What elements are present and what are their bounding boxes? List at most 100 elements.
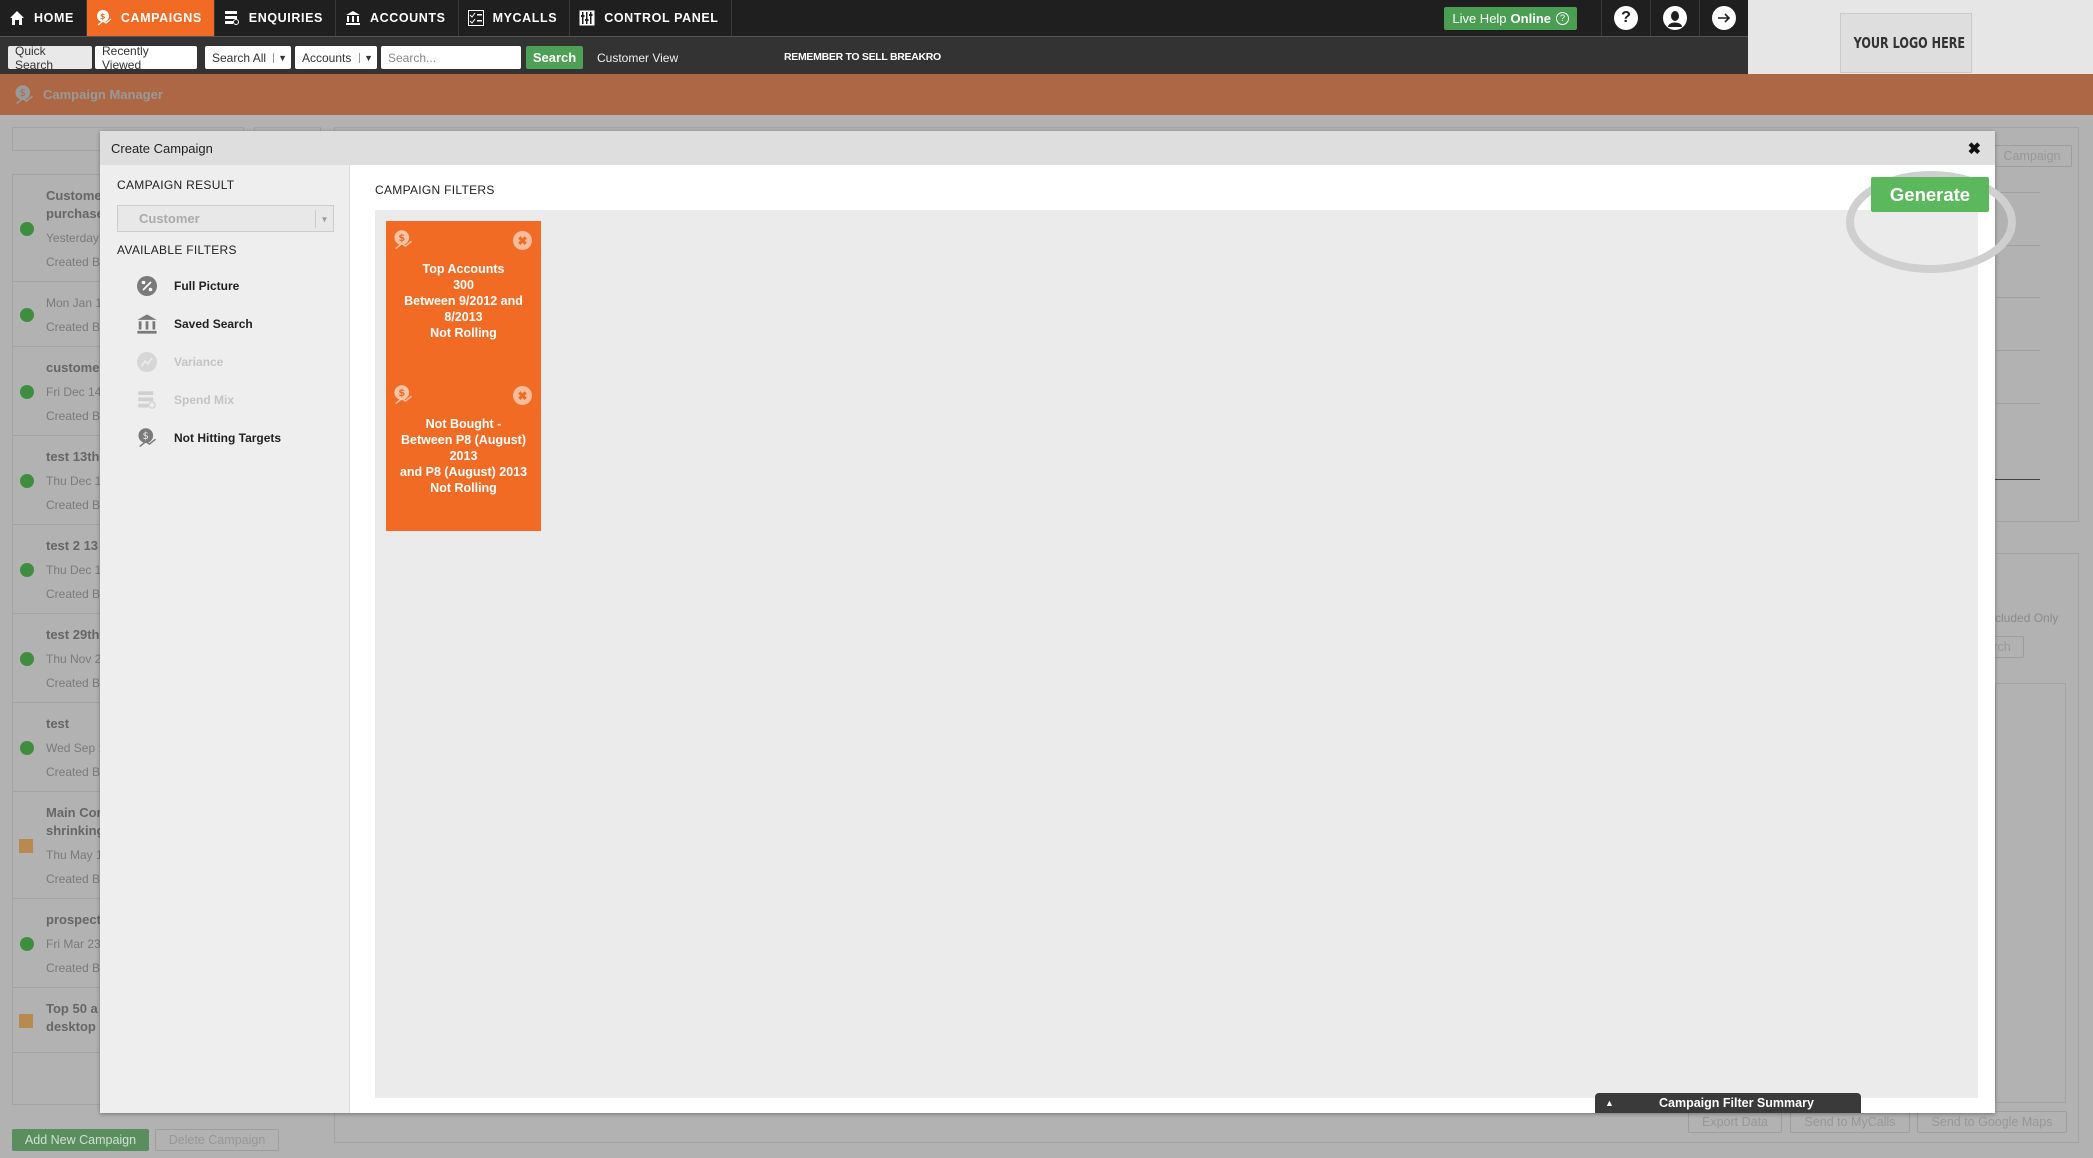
campaign-list-item: prospect Fri Mar 23 Created B <box>13 899 111 988</box>
nav-enquiries[interactable]: ENQUIRIES <box>215 0 336 36</box>
filter-card[interactable]: $ ✖ Not Bought - Between P8 (August) 201… <box>386 376 541 531</box>
status-active-icon <box>20 384 34 399</box>
status-pending-icon <box>19 838 33 853</box>
modal-title: Create Campaign <box>111 140 213 156</box>
nav-campaigns[interactable]: $ CAMPAIGNS <box>86 0 215 36</box>
logo-text: YOUR LOGO HERE <box>1853 34 1965 52</box>
filter-full-picture[interactable]: Full Picture <box>135 273 239 299</box>
search-scope-select[interactable]: Search All ▼ <box>205 46 291 69</box>
filter-card[interactable]: $ ✖ Top Accounts 300 Between 9/2012 and … <box>386 221 541 376</box>
campaign-icon: $ <box>95 9 113 27</box>
campaign-icon: $ <box>15 84 34 104</box>
filter-label: Full Picture <box>174 279 240 293</box>
bank-icon <box>135 312 159 336</box>
campaign-list-item: Top 50 a desktop <box>13 988 111 1053</box>
sliders-icon <box>578 9 596 27</box>
nav-right: Live Help Online ? ? <box>1444 0 1748 36</box>
user-icon <box>1663 6 1687 30</box>
question-circle-icon: ? <box>1556 11 1569 25</box>
search-type-select[interactable]: Accounts ▼ <box>295 46 377 69</box>
nav-control-panel-label: CONTROL PANEL <box>604 11 719 25</box>
svg-text:$: $ <box>143 431 149 442</box>
chevron-down-icon: ▼ <box>359 52 373 63</box>
campaign-filters-dropzone[interactable]: $ ✖ Top Accounts 300 Between 9/2012 and … <box>375 210 1978 1098</box>
search-button[interactable]: Search <box>526 46 583 69</box>
filter-card-text: Not Bought - Between P8 (August) 2013 an… <box>399 417 528 495</box>
svg-text:$: $ <box>398 388 405 399</box>
help-button[interactable]: ? <box>1601 0 1650 36</box>
enquiries-icon <box>223 9 241 27</box>
home-icon <box>8 9 26 27</box>
bank-icon <box>344 9 362 27</box>
list-search-icon <box>135 388 159 412</box>
svg-text:$: $ <box>100 12 106 21</box>
filter-label: Saved Search <box>174 317 253 331</box>
nav-mycalls[interactable]: MYCALLS <box>459 0 571 36</box>
company-logo: YOUR LOGO HERE <box>1840 13 1972 73</box>
logo-area: YOUR LOGO HERE <box>1748 0 2093 74</box>
chevron-down-icon: ▼ <box>273 52 287 63</box>
top-nav: HOME $ CAMPAIGNS ENQUIRIES ACCOUNTS MYCA… <box>0 0 1748 36</box>
campaign-list-item: test 29th Thu Nov 2 Created B <box>13 614 111 703</box>
status-active-icon <box>20 936 34 951</box>
arrow-right-icon <box>1712 6 1736 30</box>
bg-export-button: Export Data <box>1688 1111 1782 1133</box>
remove-filter-icon[interactable]: ✖ <box>513 231 532 250</box>
available-filters-label: AVAILABLE FILTERS <box>117 243 237 257</box>
filters-sidebar: CAMPAIGN RESULT Customer ▼ AVAILABLE FIL… <box>100 165 350 1113</box>
status-active-icon <box>20 307 34 322</box>
bg-campaign-button: Campaign <box>1992 145 2072 167</box>
campaign-list-item: test Wed Sep 1 Created B <box>13 703 111 792</box>
recently-viewed-tab[interactable]: Recently Viewed <box>95 44 197 72</box>
logout-button[interactable] <box>1699 0 1748 36</box>
bg-send-mycalls-button: Send to MyCalls <box>1790 1111 1910 1133</box>
filter-spend-mix[interactable]: Spend Mix <box>135 387 234 413</box>
filter-label: Not Hitting Targets <box>174 431 282 445</box>
page-title-bar: $ Campaign Manager <box>0 74 2093 115</box>
campaign-filters-label: CAMPAIGN FILTERS <box>375 183 495 197</box>
chart-icon <box>135 350 159 374</box>
live-help-button[interactable]: Live Help Online ? <box>1444 6 1577 30</box>
quick-search-tab[interactable]: Quick Search <box>8 44 92 72</box>
nav-mycalls-label: MYCALLS <box>492 11 558 25</box>
filter-label: Spend Mix <box>174 393 235 407</box>
campaign-icon: $ <box>392 384 414 410</box>
filter-not-hitting-targets[interactable]: $ Not Hitting Targets <box>135 425 281 451</box>
delete-campaign-button: Delete Campaign <box>155 1129 279 1151</box>
filter-label: Variance <box>174 355 224 369</box>
nav-accounts[interactable]: ACCOUNTS <box>336 0 459 36</box>
create-campaign-modal: Create Campaign ✖ CAMPAIGN RESULT Custom… <box>100 131 2016 1113</box>
status-pending-icon <box>19 1013 33 1028</box>
bg-send-maps-button: Send to Google Maps <box>1917 1111 2067 1133</box>
chevron-down-icon: ▼ <box>315 210 333 228</box>
nav-accounts-label: ACCOUNTS <box>369 11 446 25</box>
search-input[interactable]: Search... <box>381 46 521 69</box>
campaign-result-select[interactable]: Customer ▼ <box>117 205 334 232</box>
filter-saved-search[interactable]: Saved Search <box>135 311 253 337</box>
customer-view-link[interactable]: Customer View <box>590 46 685 69</box>
chevron-up-icon: ▲ <box>1605 1098 1614 1108</box>
percent-icon <box>135 274 159 298</box>
campaign-list-item: test 2 13 Thu Dec 1 Created B <box>13 525 111 614</box>
bg-results-table <box>1995 683 2066 1103</box>
nav-home[interactable]: HOME <box>0 0 87 36</box>
campaign-list: Custome purchase Yesterday Created B Mon Jan… <box>12 174 112 1105</box>
search-type-value: Accounts <box>302 50 352 65</box>
status-active-icon <box>20 651 34 666</box>
status-active-icon <box>20 562 34 577</box>
remove-filter-icon[interactable]: ✖ <box>513 386 532 405</box>
live-help-label: Live Help <box>1452 10 1507 26</box>
generate-button[interactable]: Generate <box>1871 177 1989 212</box>
nav-control-panel[interactable]: CONTROL PANEL <box>570 0 732 36</box>
campaign-icon: $ <box>135 426 159 450</box>
nav-campaigns-label: CAMPAIGNS <box>120 11 202 25</box>
campaign-icon: $ <box>392 229 414 255</box>
profile-button[interactable] <box>1650 0 1699 36</box>
campaign-result-label: CAMPAIGN RESULT <box>117 178 235 192</box>
close-icon[interactable]: ✖ <box>1968 139 1981 159</box>
campaign-list-item: custome Fri Dec 14 Created B <box>13 347 111 436</box>
campaign-filter-summary-tab[interactable]: ▲ Campaign Filter Summary <box>1595 1093 1861 1113</box>
nav-enquiries-label: ENQUIRIES <box>248 11 323 25</box>
filter-variance[interactable]: Variance <box>135 349 223 375</box>
nav-home-label: HOME <box>34 11 74 25</box>
